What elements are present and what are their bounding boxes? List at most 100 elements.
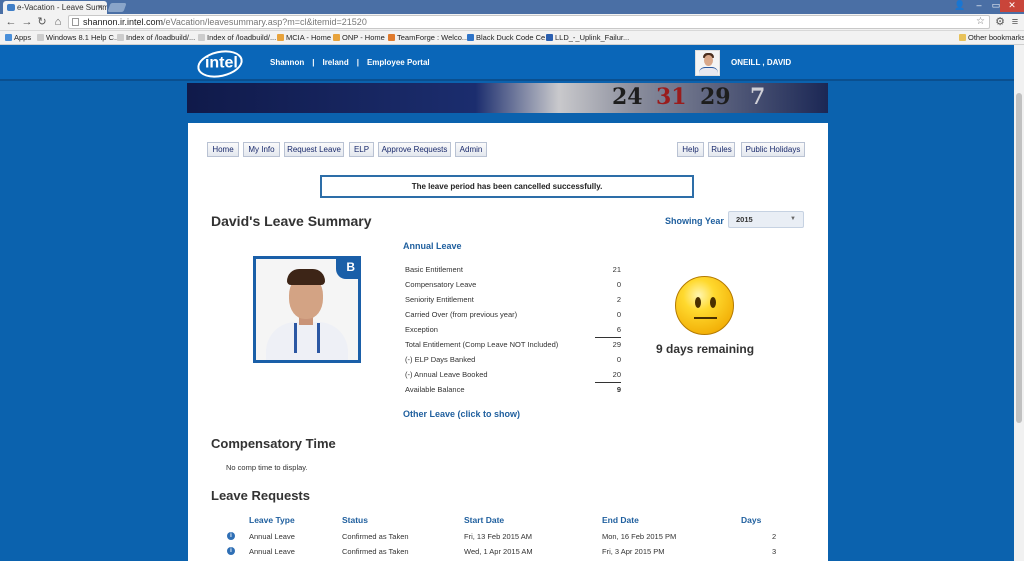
menu-elp-button[interactable]: ELP xyxy=(349,142,374,157)
browser-toolbar: ← → ↻ ⌂ shannon.ir.intel.com/eVacation/l… xyxy=(0,14,1024,31)
back-arrow-icon[interactable]: ← xyxy=(4,15,18,29)
browser-tab-title: e-Vacation - Leave Summ xyxy=(17,3,107,12)
column-header-start-date[interactable]: Start Date xyxy=(464,515,504,525)
leave-row: Compensatory Leave 0 xyxy=(405,278,622,293)
menu-my-info-button[interactable]: My Info xyxy=(243,142,280,157)
cell-leave-type: Annual Leave xyxy=(249,532,295,541)
browser-tab[interactable]: e-Vacation - Leave Summ × xyxy=(3,1,107,14)
page-scrollbar[interactable] xyxy=(1014,45,1024,561)
url-host: shannon.ir.intel.com xyxy=(83,17,164,27)
address-bar[interactable]: shannon.ir.intel.com/eVacation/leavesumm… xyxy=(68,15,990,29)
onp-icon xyxy=(333,34,340,41)
site-header: intel Shannon | Ireland | Employee Portal ON… xyxy=(0,45,1014,82)
bookmark-item[interactable]: TeamForge : Welco... xyxy=(387,31,468,44)
settings-gear-icon[interactable]: ⚙ xyxy=(993,15,1007,29)
showing-year-label: Showing Year xyxy=(665,216,724,226)
mcia-icon xyxy=(277,34,284,41)
banner-number: 24 xyxy=(612,84,643,110)
close-tab-icon[interactable]: × xyxy=(98,1,103,14)
user-profile-icon[interactable]: 👤 xyxy=(950,0,970,12)
info-icon[interactable]: i xyxy=(227,547,235,555)
leave-row: Carried Over (from previous year) 0 xyxy=(405,308,622,323)
bookmark-item[interactable]: LLD_-_Uplink_Failur... xyxy=(545,31,629,44)
column-header-end-date[interactable]: End Date xyxy=(602,515,639,525)
cell-days: 3 xyxy=(772,547,777,556)
cell-end-date: Mon, 16 Feb 2015 PM xyxy=(602,532,677,541)
leave-row: Available Balance 9 xyxy=(405,383,622,398)
menu-home-button[interactable]: Home xyxy=(207,142,239,157)
menu-rules-button[interactable]: Rules xyxy=(708,142,735,157)
leave-row-value: 21 xyxy=(612,265,621,274)
days-remaining-text: 9 days remaining xyxy=(656,342,755,356)
page-icon xyxy=(72,18,79,26)
word-doc-icon xyxy=(546,34,553,41)
menu-help-button[interactable]: Help xyxy=(677,142,704,157)
leave-row-label: Total Entitlement (Comp Leave NOT Includ… xyxy=(405,340,559,349)
leave-requests-heading: Leave Requests xyxy=(211,488,310,503)
nav-shannon-link[interactable]: Shannon xyxy=(270,58,304,67)
banner-number: 7 xyxy=(750,84,766,110)
leave-row-label: (-) Annual Leave Booked xyxy=(405,370,488,379)
home-icon[interactable]: ⌂ xyxy=(51,15,65,29)
leave-row-label: Compensatory Leave xyxy=(405,280,477,289)
cell-start-date: Fri, 13 Feb 2015 AM xyxy=(464,532,532,541)
user-avatar[interactable] xyxy=(695,50,720,76)
page-icon xyxy=(198,34,205,41)
year-select[interactable]: 2015 ▼ xyxy=(728,211,804,228)
chevron-down-icon: ▼ xyxy=(790,216,796,222)
column-header-leave-type[interactable]: Leave Type xyxy=(249,515,295,525)
favicon-icon xyxy=(7,4,15,11)
leave-row: Total Entitlement (Comp Leave NOT Includ… xyxy=(405,338,622,353)
leave-row-value: 0 xyxy=(616,355,621,364)
folder-icon xyxy=(959,34,966,41)
bookmark-item[interactable]: Index of /loadbuild/... xyxy=(197,31,276,44)
reload-icon[interactable]: ↻ xyxy=(35,15,49,29)
cell-status: Confirmed as Taken xyxy=(342,532,409,541)
menu-request-leave-button[interactable]: Request Leave xyxy=(284,142,344,157)
column-header-days[interactable]: Days xyxy=(741,515,761,525)
comp-time-empty-text: No comp time to display. xyxy=(226,463,308,472)
user-name: ONEILL , DAVID xyxy=(731,58,792,67)
leave-row: (-) ELP Days Banked 0 xyxy=(405,353,622,368)
other-leave-link[interactable]: Other Leave (click to show) xyxy=(403,409,520,419)
bookmark-item[interactable]: Black Duck Code Ce... xyxy=(466,31,551,44)
cell-status: Confirmed as Taken xyxy=(342,547,409,556)
url-path: /eVacation/leavesummary.asp?m=cl&itemid=… xyxy=(163,17,367,27)
nav-employee-portal-link[interactable]: Employee Portal xyxy=(367,58,430,67)
column-header-status[interactable]: Status xyxy=(342,515,368,525)
leave-row-value: 6 xyxy=(595,323,621,338)
other-bookmarks[interactable]: Other bookmarks xyxy=(958,31,1024,44)
page-icon xyxy=(117,34,124,41)
menu-admin-button[interactable]: Admin xyxy=(455,142,487,157)
close-window-button[interactable]: ✕ xyxy=(1000,0,1024,12)
new-tab-button[interactable] xyxy=(107,3,127,12)
info-icon[interactable]: i xyxy=(227,532,235,540)
calendar-banner-image: 24 31 29 7 xyxy=(187,83,828,113)
menu-icon[interactable]: ≡ xyxy=(1008,15,1022,29)
leave-row-label: Carried Over (from previous year) xyxy=(405,310,518,319)
bookmark-item[interactable]: MCIA - Home xyxy=(276,31,331,44)
scrollbar-thumb[interactable] xyxy=(1016,93,1022,423)
cell-end-date: Fri, 3 Apr 2015 PM xyxy=(602,547,665,556)
menu-public-holidays-button[interactable]: Public Holidays xyxy=(741,142,805,157)
leave-row-label: Seniority Entitlement xyxy=(405,295,474,304)
bookmark-item[interactable]: ONP - Home xyxy=(332,31,385,44)
bookmark-item[interactable]: Index of /loadbuild/... xyxy=(116,31,195,44)
teamforge-icon xyxy=(388,34,395,41)
intel-logo[interactable]: intel xyxy=(194,46,246,82)
bookmark-apps[interactable]: Apps xyxy=(4,31,31,44)
bookmarks-bar: Apps Windows 8.1 Help C... Index of /loa… xyxy=(0,31,1024,45)
available-balance-value: 9 xyxy=(616,385,621,394)
bookmark-star-icon[interactable]: ☆ xyxy=(976,16,985,28)
nav-separator: | xyxy=(312,58,315,67)
page-title: David's Leave Summary xyxy=(211,213,372,229)
success-notice: The leave period has been cancelled succ… xyxy=(320,175,694,198)
menu-approve-requests-button[interactable]: Approve Requests xyxy=(378,142,451,157)
forward-arrow-icon[interactable]: → xyxy=(20,15,34,29)
bookmark-item[interactable]: Windows 8.1 Help C... xyxy=(36,31,120,44)
nav-ireland-link[interactable]: Ireland xyxy=(322,58,348,67)
leave-row-value: 0 xyxy=(616,310,621,319)
banner-number: 31 xyxy=(656,84,687,110)
cell-days: 2 xyxy=(772,532,777,541)
top-breadcrumb-nav: Shannon | Ireland | Employee Portal xyxy=(270,58,430,67)
